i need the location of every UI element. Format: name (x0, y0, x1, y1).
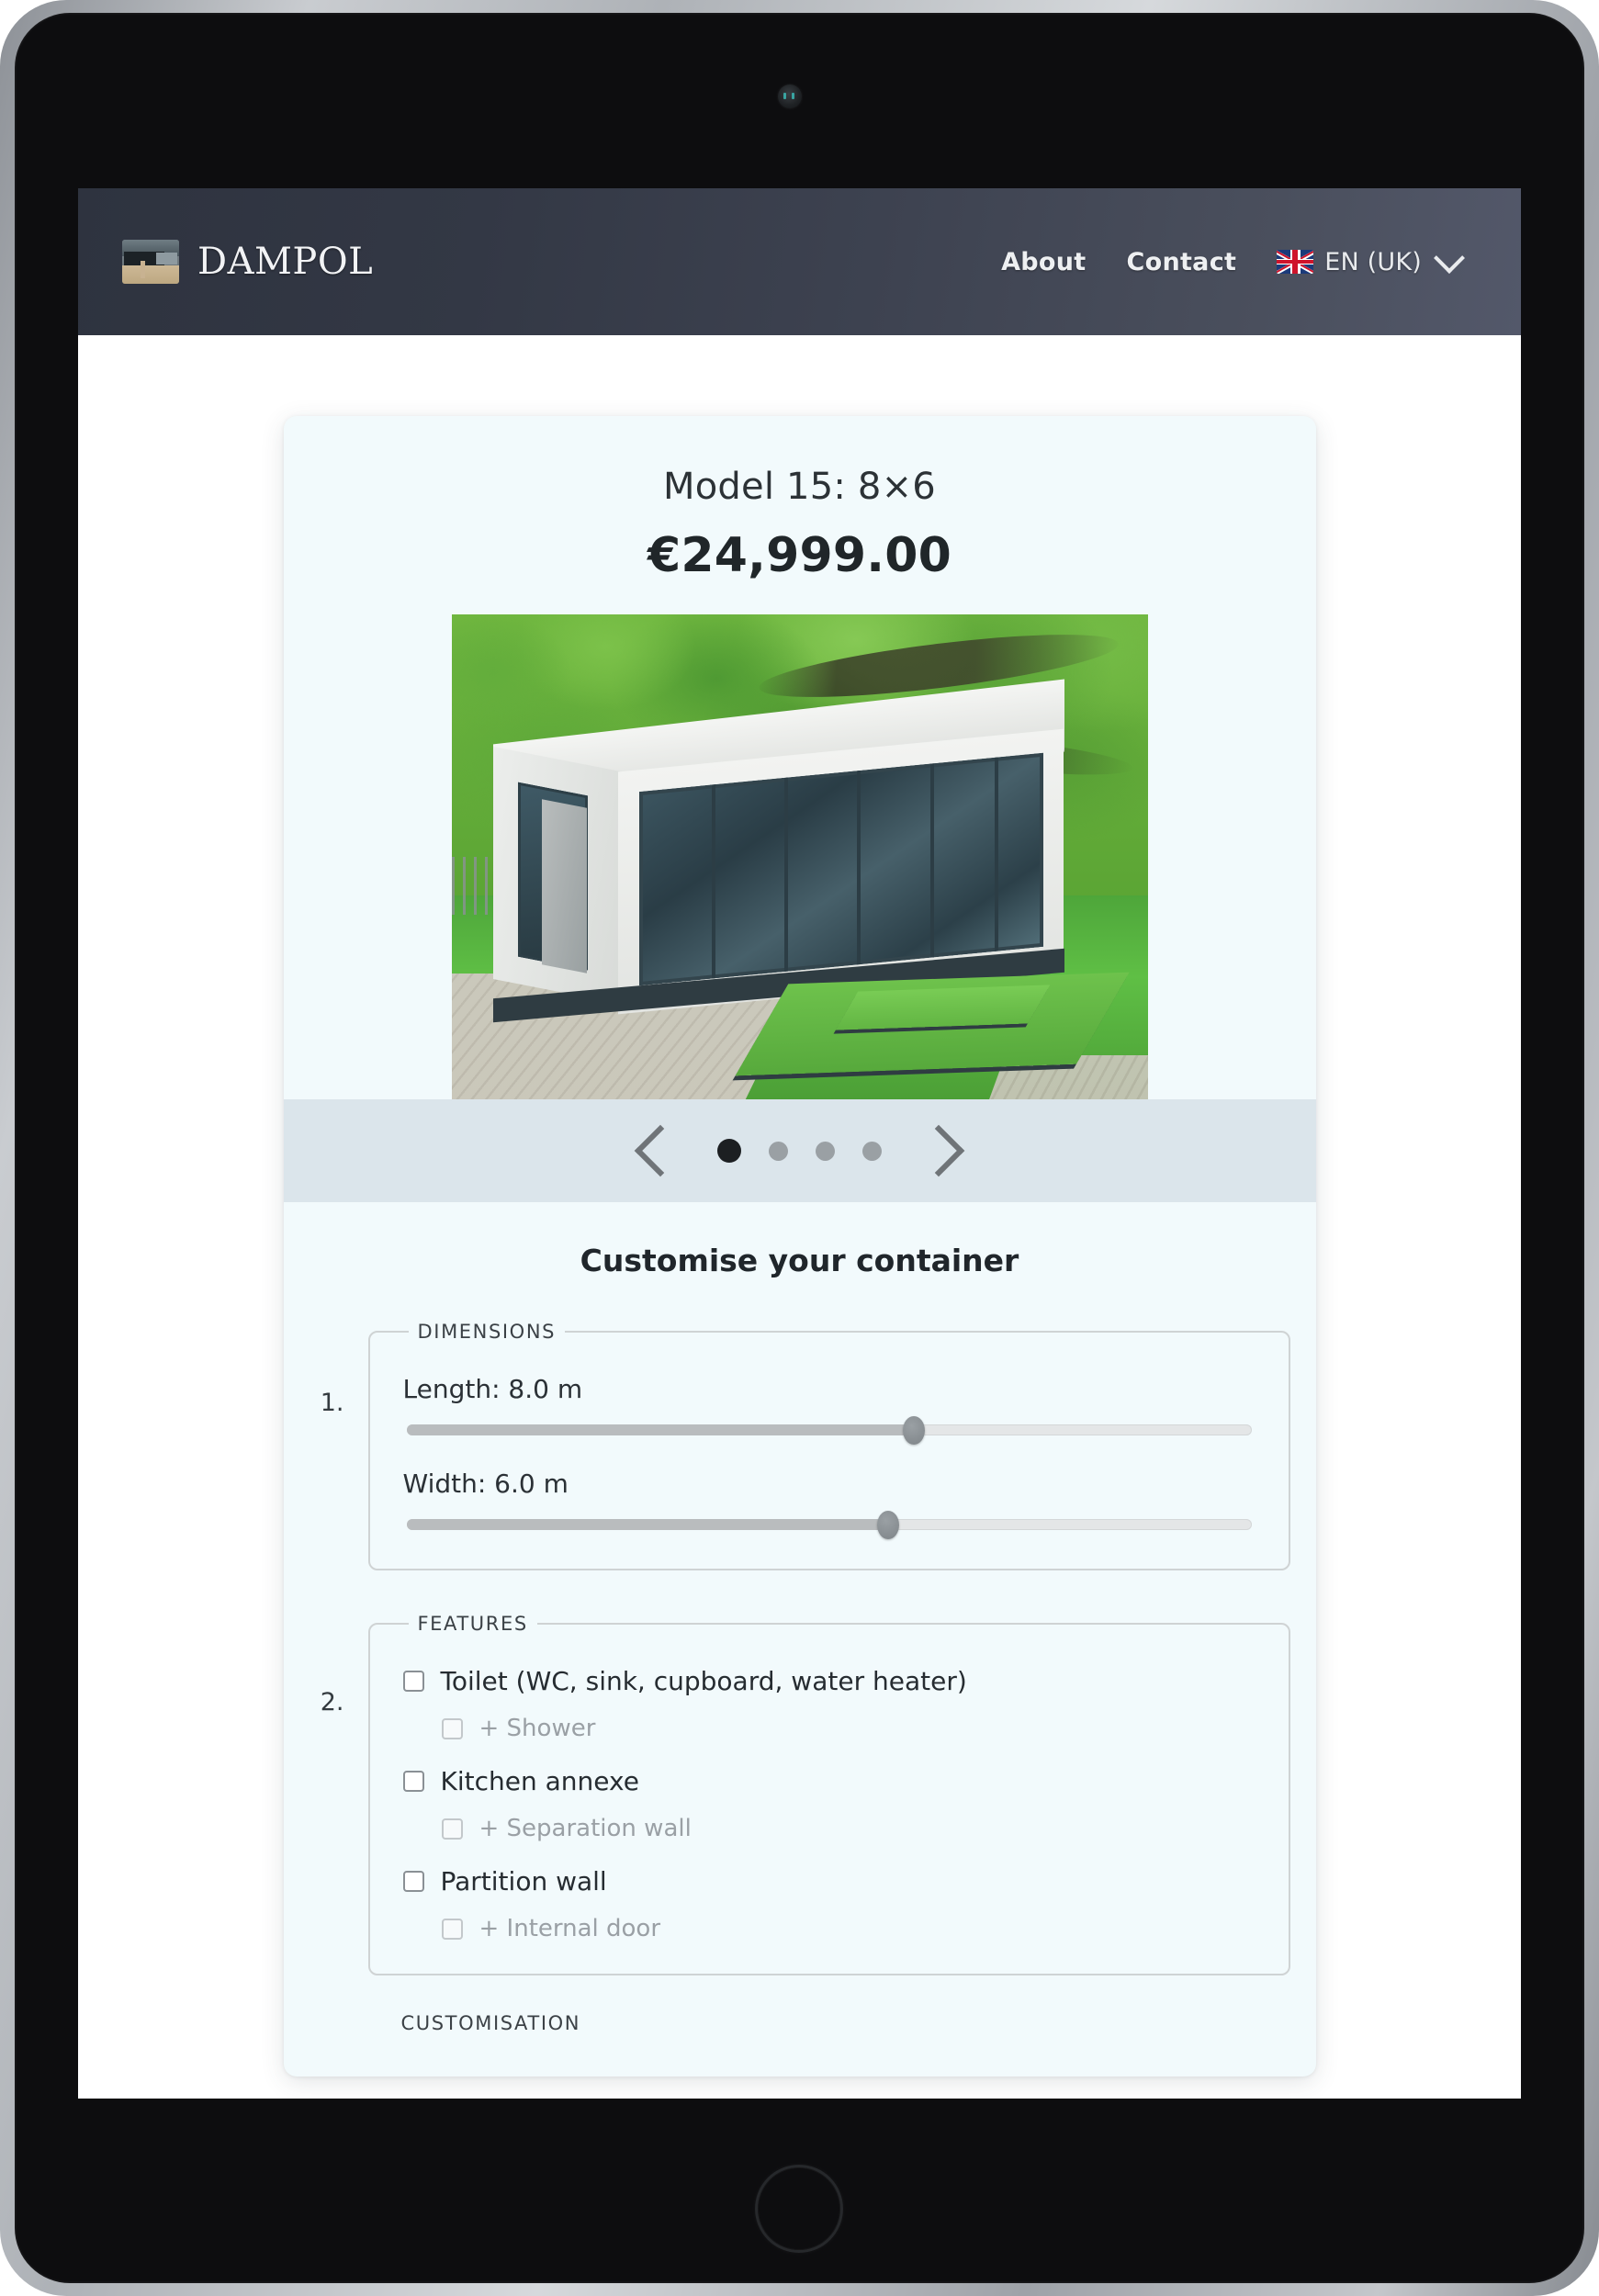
feature-shower-label: + Shower (479, 1715, 596, 1742)
feature-shower[interactable]: + Shower (441, 1715, 1257, 1742)
product-card: Model 15: 8×6 €24,999.00 Customise your … (283, 416, 1316, 2077)
features-legend: FEATURES (417, 1613, 528, 1635)
step-number-3-placeholder (284, 1975, 368, 2034)
feature-toilet-label: Toilet (WC, sink, cupboard, water heater… (440, 1666, 967, 1696)
feature-toilet[interactable]: Toilet (WC, sink, cupboard, water heater… (402, 1666, 1257, 1696)
home-button[interactable] (755, 2165, 843, 2253)
checkbox-kitchen-annexe[interactable] (402, 1771, 424, 1792)
page-title: Model 15: 8×6 (663, 466, 936, 508)
feature-separation-wall[interactable]: + Separation wall (441, 1815, 1257, 1842)
browser-viewport: Dampol About Contact EN (UK) (78, 188, 1521, 2099)
dimensions-legend: DIMENSIONS (417, 1321, 557, 1343)
chevron-down-icon (1434, 242, 1465, 274)
feature-kitchen-annexe[interactable]: Kitchen annexe (402, 1766, 1257, 1796)
nav-contact[interactable]: Contact (1126, 248, 1236, 276)
product-image-wrap (284, 614, 1316, 1099)
step-customisation-partial: CUSTOMISATION (284, 1975, 1316, 2034)
language-label: EN (UK) (1324, 247, 1422, 276)
checkbox-internal-door[interactable] (441, 1918, 463, 1940)
carousel-dot-3[interactable] (816, 1141, 835, 1161)
width-slider[interactable] (406, 1511, 1252, 1539)
checkbox-toilet[interactable] (402, 1671, 424, 1692)
image-carousel-controls (283, 1099, 1316, 1202)
length-label: Length: 8.0 m (402, 1374, 583, 1404)
feature-separation-wall-label: + Separation wall (479, 1815, 692, 1842)
feature-internal-door-label: + Internal door (479, 1915, 661, 1942)
uk-flag-icon (1277, 250, 1314, 274)
step-features: 2. FEATURES Toilet (WC, sink, cupboard, … (284, 1613, 1316, 1975)
brand-name: Dampol (197, 241, 374, 283)
step-dimensions: 1. DIMENSIONS Length: 8.0 m Width: 6.0 m (284, 1321, 1316, 1570)
brand-logo-icon (122, 240, 179, 284)
step-number-1: 1. (320, 1389, 344, 1417)
checkbox-partition-wall[interactable] (402, 1871, 424, 1892)
product-price: €24,999.00 (647, 528, 952, 583)
page-body: Model 15: 8×6 €24,999.00 Customise your … (78, 335, 1521, 2077)
tablet-device-frame: Dampol About Contact EN (UK) (0, 0, 1599, 2296)
customisation-legend: CUSTOMISATION (400, 2012, 581, 2034)
checkbox-shower[interactable] (441, 1717, 463, 1739)
dimensions-fieldset: DIMENSIONS Length: 8.0 m Width: 6.0 m (367, 1321, 1290, 1570)
width-label: Width: 6.0 m (402, 1469, 569, 1499)
carousel-dot-1[interactable] (717, 1139, 741, 1163)
brand[interactable]: Dampol (122, 240, 373, 284)
product-image[interactable] (451, 614, 1148, 1099)
front-camera-icon (778, 84, 802, 108)
length-slider[interactable] (406, 1416, 1252, 1445)
feature-partition-wall[interactable]: Partition wall (402, 1866, 1257, 1896)
language-selector[interactable]: EN (UK) (1277, 242, 1465, 276)
chevron-left-icon[interactable] (634, 1124, 687, 1177)
main-nav: About Contact EN (UK) (1001, 242, 1477, 276)
customise-heading: Customise your container (580, 1243, 1019, 1278)
site-header: Dampol About Contact EN (UK) (78, 188, 1521, 335)
checkbox-separation-wall[interactable] (441, 1818, 463, 1840)
chevron-right-icon[interactable] (912, 1124, 965, 1177)
feature-partition-wall-label: Partition wall (440, 1866, 607, 1896)
nav-about[interactable]: About (1001, 248, 1086, 276)
feature-internal-door[interactable]: + Internal door (441, 1915, 1257, 1942)
carousel-dot-2[interactable] (769, 1141, 788, 1161)
carousel-dot-4[interactable] (862, 1141, 882, 1161)
feature-kitchen-annexe-label: Kitchen annexe (440, 1766, 639, 1796)
features-fieldset: FEATURES Toilet (WC, sink, cupboard, wat… (367, 1613, 1290, 1975)
customise-section: Customise your container 1. DIMENSIONS L… (284, 1202, 1316, 2077)
carousel-dots (717, 1139, 882, 1163)
step-number-2: 2. (320, 1688, 344, 1716)
